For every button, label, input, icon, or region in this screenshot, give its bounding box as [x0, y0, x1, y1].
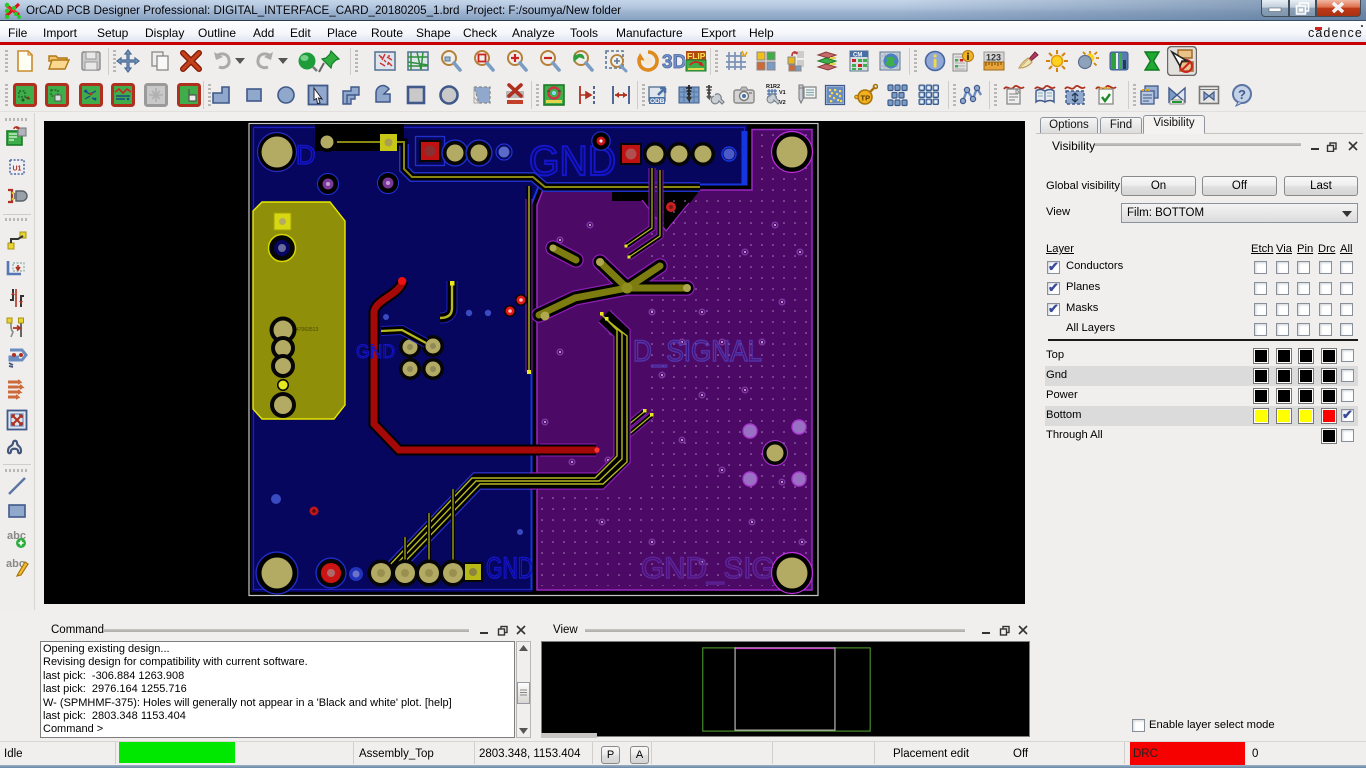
svg-text:3D: 3D — [662, 52, 685, 73]
svg-text:GND: GND — [486, 552, 533, 585]
svg-text:U1: U1 — [13, 166, 22, 173]
svg-text:V2: V2 — [779, 100, 786, 106]
svg-text:47063513: 47063513 — [296, 327, 318, 333]
svg-text:123: 123 — [986, 53, 1001, 63]
svg-text:ODB: ODB — [650, 98, 665, 105]
svg-text:V1: V1 — [779, 90, 786, 96]
svg-text:D: D — [296, 140, 316, 170]
svg-text:CM: CM — [853, 53, 862, 59]
svg-text:D_SIGNAL: D_SIGNAL — [633, 335, 762, 368]
svg-text:TP: TP — [861, 94, 871, 103]
svg-text:?: ? — [1238, 87, 1246, 102]
svg-text:R1R2: R1R2 — [766, 84, 780, 90]
svg-text:GND: GND — [356, 342, 395, 363]
